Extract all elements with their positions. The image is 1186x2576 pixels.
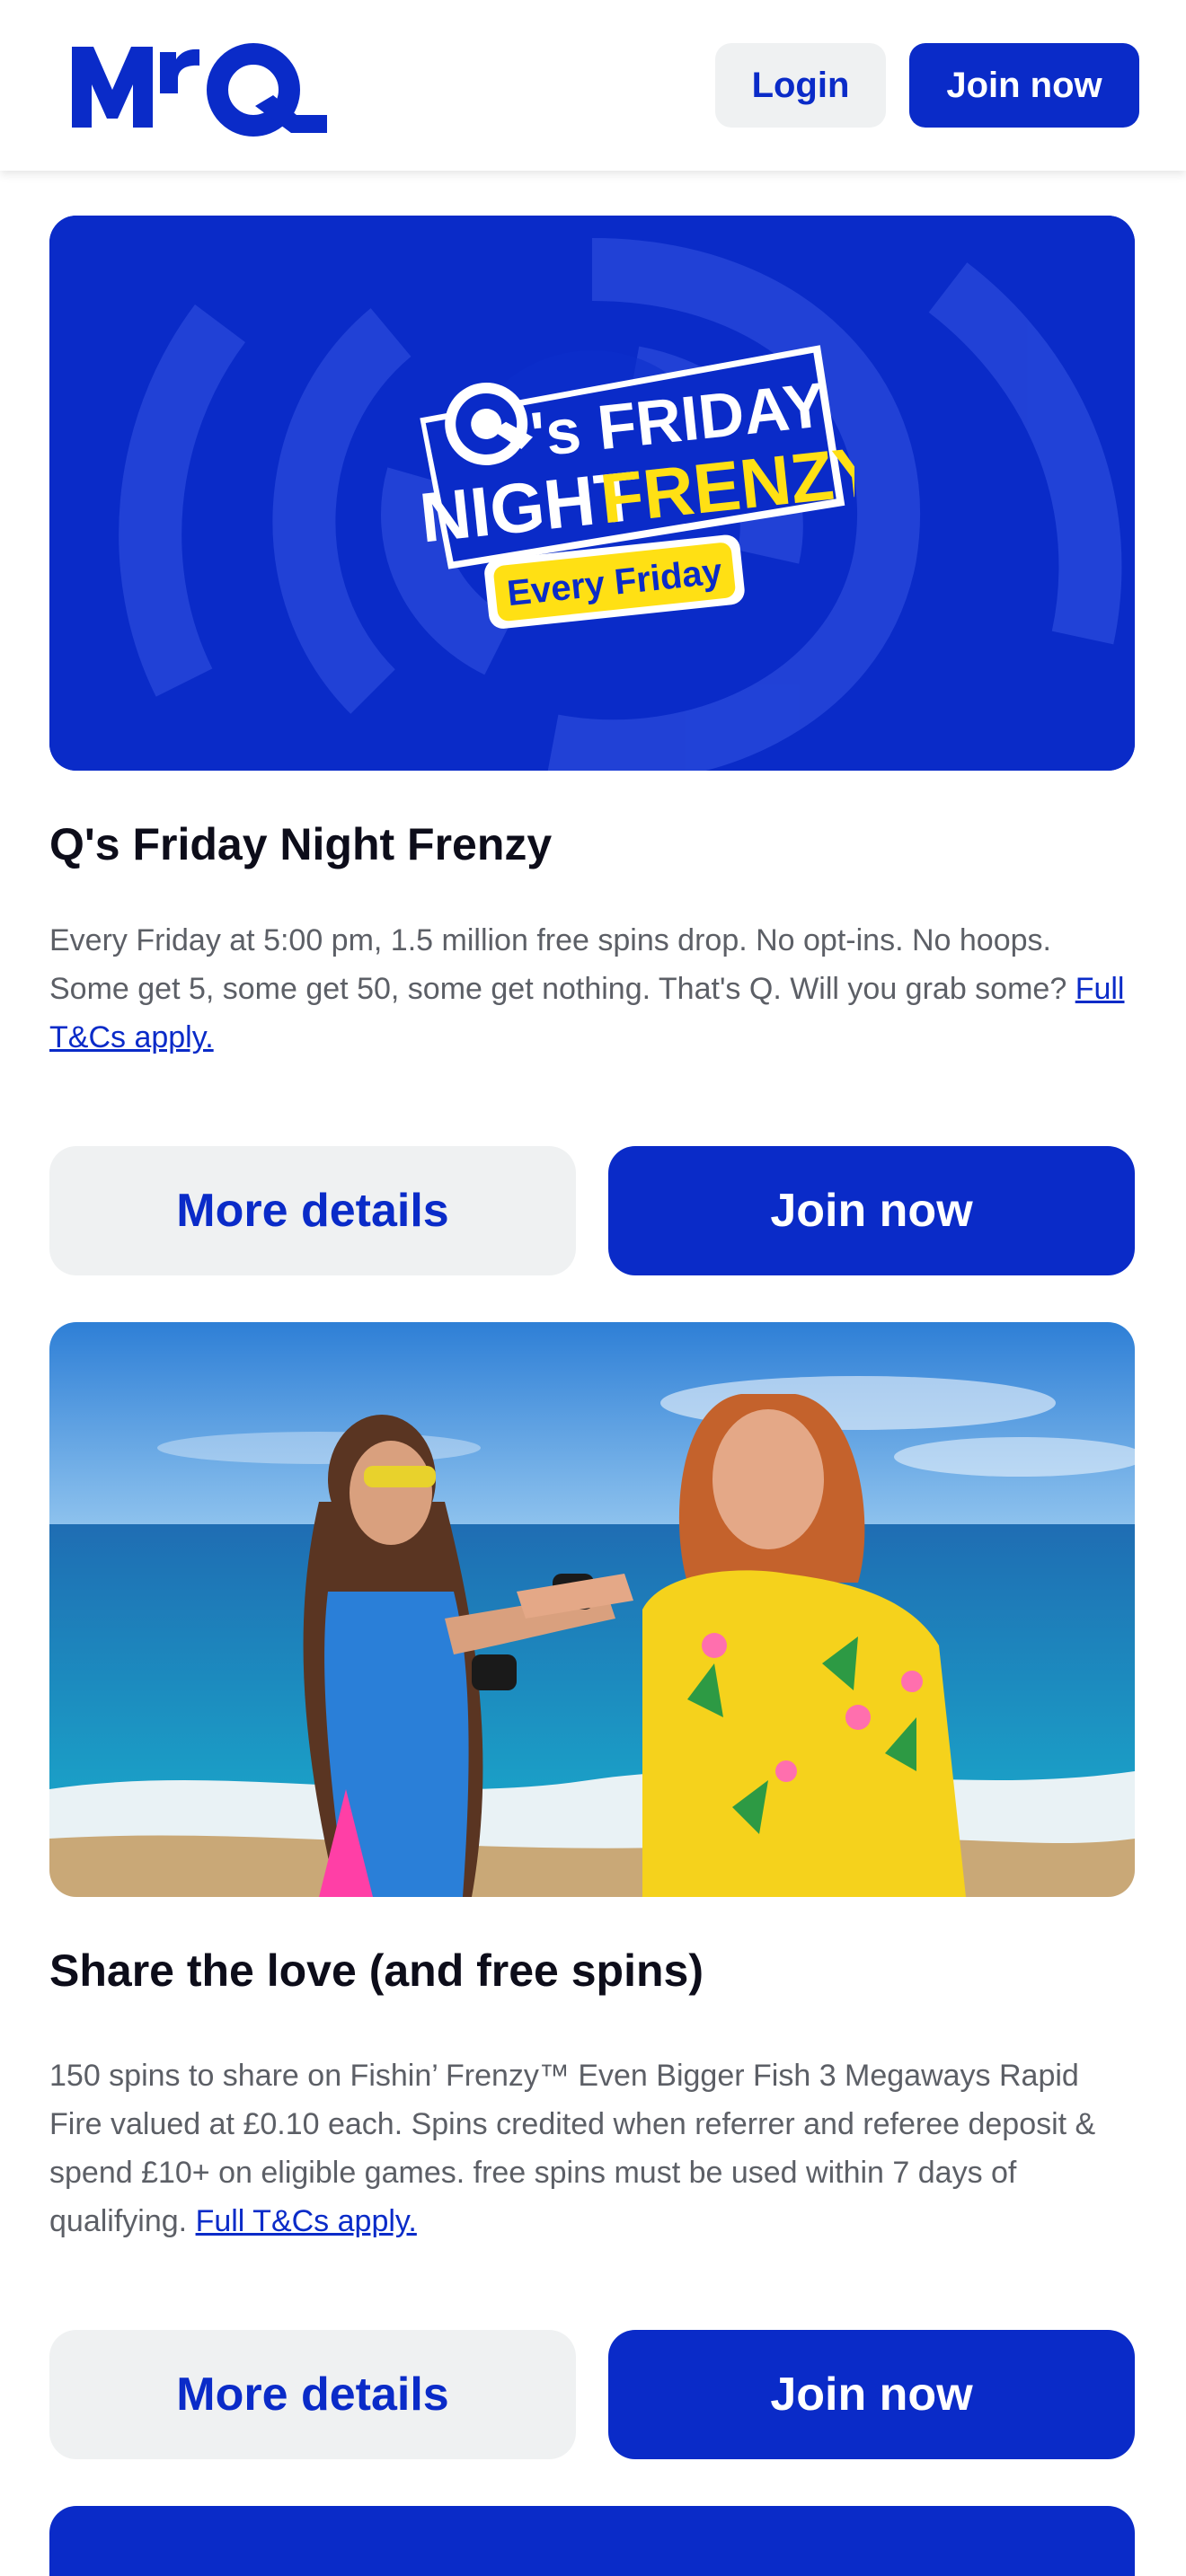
mrq-logo[interactable] <box>70 34 331 138</box>
site-header: Login Join now <box>0 0 1186 171</box>
next-promo-banner[interactable] <box>49 2506 1135 2576</box>
more-details-button[interactable]: More details <box>49 1146 576 1275</box>
login-button[interactable]: Login <box>715 43 886 128</box>
terms-link[interactable]: Full T&Cs apply. <box>196 2204 417 2238</box>
join-now-button[interactable]: Join now <box>608 2330 1135 2459</box>
promo-title: Q's Friday Night Frenzy <box>49 819 553 869</box>
more-details-button[interactable]: More details <box>49 2330 576 2459</box>
share-the-love-banner[interactable] <box>49 1322 1135 1897</box>
friday-frenzy-logo: 's FRIDAY NIGHT FRENZY Every Friday <box>416 345 854 629</box>
promo-title: Share the love (and free spins) <box>49 1945 704 1996</box>
friday-frenzy-banner[interactable]: 's FRIDAY NIGHT FRENZY Every Friday <box>49 216 1135 771</box>
promo-description-text: Every Friday at 5:00 pm, 1.5 million fre… <box>49 923 1067 1006</box>
promo-description: Every Friday at 5:00 pm, 1.5 million fre… <box>49 916 1137 1062</box>
join-now-button[interactable]: Join now <box>608 1146 1135 1275</box>
header-join-button[interactable]: Join now <box>909 43 1139 128</box>
promo-description: 150 spins to share on Fishin’ Frenzy™ Ev… <box>49 2051 1137 2245</box>
beach-scene-image <box>49 1322 1135 1897</box>
